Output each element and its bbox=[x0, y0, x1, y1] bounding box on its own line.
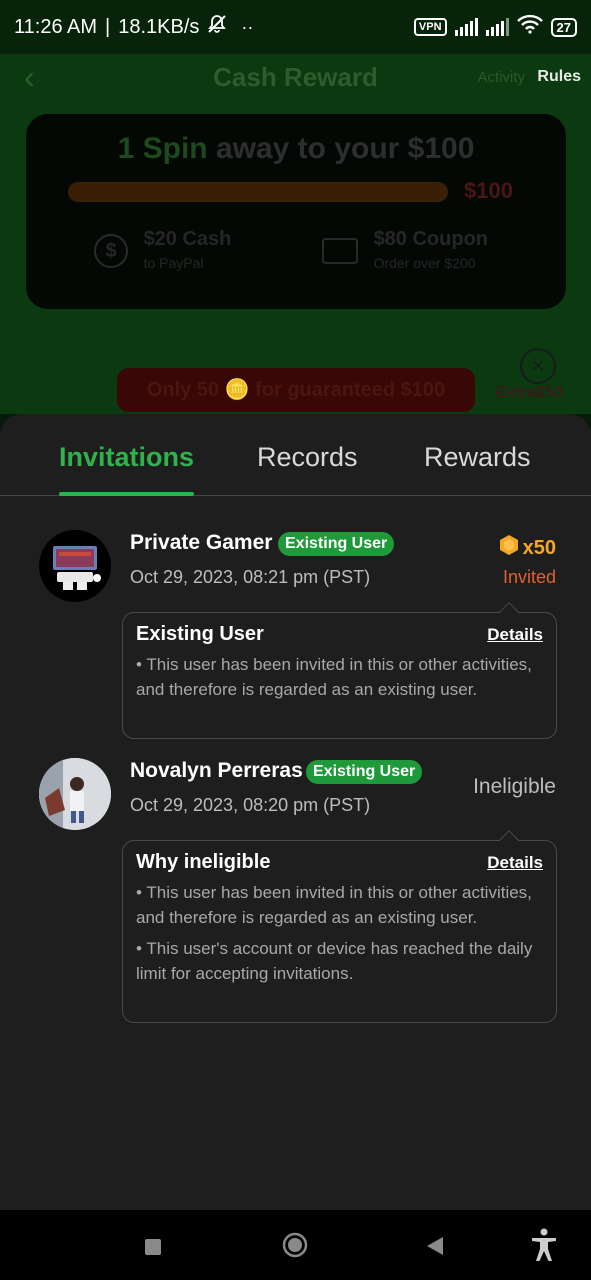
invite-status: Invited bbox=[502, 567, 556, 587]
info-point: • This user has been invited in this or … bbox=[136, 883, 532, 927]
close-icon[interactable]: × bbox=[520, 348, 556, 384]
home-button[interactable] bbox=[282, 1232, 308, 1263]
reward-progress-bar: $100 bbox=[68, 178, 513, 203]
info-box: Why ineligible Details • This user has b… bbox=[122, 830, 557, 1023]
signal-icon-2 bbox=[485, 18, 509, 36]
progress-amount: $100 bbox=[464, 178, 513, 203]
avatar bbox=[39, 758, 111, 830]
active-tab-indicator bbox=[59, 492, 194, 496]
tab-rewards[interactable]: Rewards bbox=[424, 442, 531, 473]
invite-status: Ineligible bbox=[473, 775, 556, 798]
details-link[interactable]: Details bbox=[487, 853, 543, 873]
status-badge: Existing User bbox=[278, 532, 395, 556]
reward-info: x50 Invited bbox=[499, 534, 556, 588]
promo-banner: Only 50 🪙 for guaranteed $100 bbox=[117, 368, 475, 412]
invite-date: Oct 29, 2023, 08:20 pm (PST) bbox=[130, 795, 371, 815]
info-box: Existing User Details • This user has be… bbox=[122, 602, 557, 739]
info-point: • This user's account or device has reac… bbox=[136, 939, 533, 983]
page-header: ‹ Cash Reward Activity Rules bbox=[0, 54, 591, 100]
status-speed: 18.1KB/s bbox=[118, 15, 200, 38]
user-name: Novalyn Perreras bbox=[130, 759, 303, 782]
vpn-icon: VPN bbox=[413, 18, 447, 36]
dollar-icon: $ bbox=[94, 234, 128, 268]
cash-option: $ $20 Cash to PayPal bbox=[94, 228, 231, 274]
mute-icon bbox=[207, 14, 227, 40]
invitations-sheet: Invitations Records Rewards Private Game… bbox=[0, 414, 591, 1210]
ticket-icon bbox=[322, 238, 358, 264]
reward-amount: x50 bbox=[522, 536, 556, 559]
background-page: ‹ Cash Reward Activity Rules 1 Spin away… bbox=[0, 54, 591, 414]
tab-bar: Invitations Records Rewards bbox=[0, 414, 591, 496]
details-link[interactable]: Details bbox=[487, 625, 543, 645]
wifi-icon bbox=[516, 14, 543, 40]
coupon-option: $80 Coupon Order over $200 bbox=[322, 228, 488, 274]
system-nav-bar bbox=[0, 1210, 591, 1280]
info-box-title: Why ineligible bbox=[136, 851, 271, 873]
user-name: Private Gamer bbox=[130, 531, 273, 554]
rules-link[interactable]: Rules bbox=[537, 68, 581, 86]
back-button[interactable] bbox=[426, 1236, 444, 1261]
more-dots-icon: ·· bbox=[241, 16, 254, 37]
signal-icon bbox=[454, 18, 478, 36]
reward-card: 1 Spin away to your $100 $100 $ $20 Cash… bbox=[26, 114, 566, 309]
activity-link[interactable]: Activity bbox=[477, 69, 525, 86]
reward-headline: 1 Spin away to your $100 bbox=[117, 132, 475, 165]
avatar bbox=[39, 530, 111, 602]
status-bar: 11:26 AM | 18.1KB/s ·· VPN 27 bbox=[0, 0, 591, 54]
tab-records[interactable]: Records bbox=[257, 442, 358, 473]
info-point: • This user has been invited in this or … bbox=[136, 655, 532, 699]
tab-invitations[interactable]: Invitations bbox=[59, 442, 194, 473]
status-time: 11:26 AM bbox=[14, 15, 98, 38]
invite-date: Oct 29, 2023, 08:21 pm (PST) bbox=[130, 567, 371, 587]
status-badge: Existing User bbox=[306, 760, 423, 784]
recents-button[interactable] bbox=[144, 1238, 162, 1261]
extra-reward: × Extra$50 bbox=[496, 344, 576, 414]
accessibility-icon[interactable] bbox=[530, 1228, 558, 1267]
info-box-title: Existing User bbox=[136, 623, 264, 645]
screen: 11:26 AM | 18.1KB/s ·· VPN 27 ‹ Cash Rew… bbox=[0, 0, 591, 1280]
coin-icon bbox=[499, 534, 519, 562]
battery-icon: 27 bbox=[550, 17, 577, 37]
